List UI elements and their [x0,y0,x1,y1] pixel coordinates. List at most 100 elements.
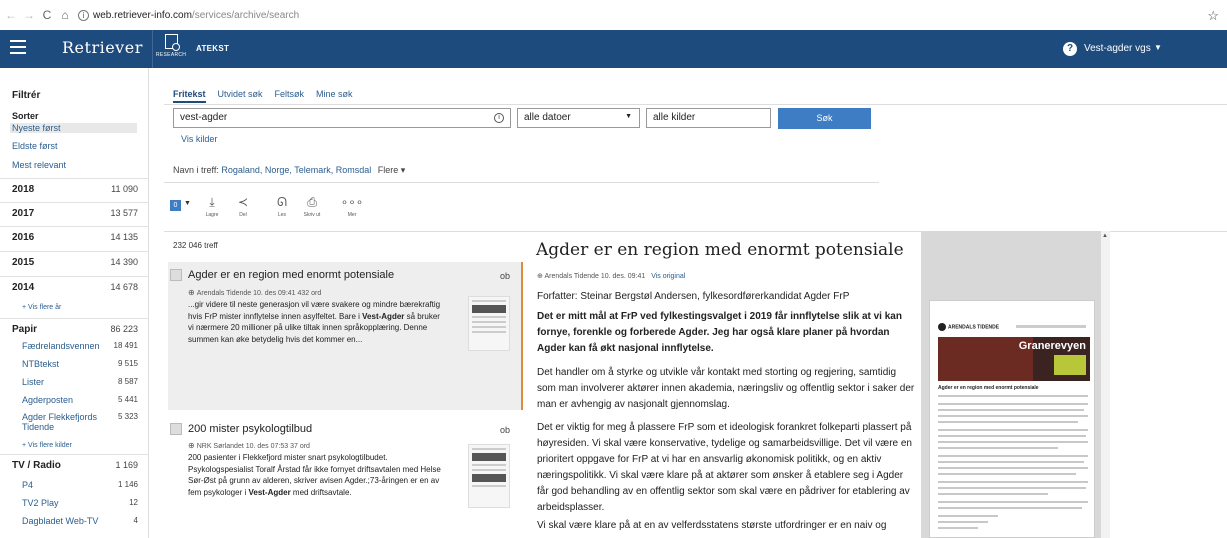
result-thumbnail [468,444,510,508]
menu-icon[interactable] [10,40,26,54]
preview-banner: Granerevyen [938,337,1090,381]
result-checkbox[interactable] [170,269,182,281]
site-info-icon[interactable]: i [78,9,89,21]
print-button[interactable]: ⎙ Skriv ut [297,195,327,218]
tab-feltsok[interactable]: Feltsøk [275,89,305,103]
facet-label: Agder Flekkefjords Tidende [22,412,98,432]
article-paragraph: Det er viktig for meg å plassere FrP som… [537,422,912,513]
address-bar[interactable]: i web.retriever-info.com/services/archiv… [78,9,299,21]
filter-title: Filtrér [12,90,41,101]
article-paragraph: Det handler om å styrke og utvikle vår k… [537,367,915,410]
search-tabs: Fritekst Utvidet søk Feltsøk Mine søk [173,89,365,103]
home-icon[interactable]: ⌂ [58,8,72,22]
search-button[interactable]: Søk [778,108,871,129]
result-checkbox[interactable] [170,423,182,435]
result-badge: ob [500,425,511,435]
info-icon[interactable]: i [494,113,504,123]
back-icon[interactable]: ← [4,8,18,22]
divider [164,104,1227,105]
tab-mine-sok[interactable]: Mine søk [316,89,353,103]
read-button[interactable]: ᘏ Les [267,195,297,218]
sources-value: alle kilder [653,112,696,123]
page-preview[interactable]: ARENDALS TIDENDE Granerevyen Agder er en… [929,300,1095,538]
forward-icon[interactable]: → [22,8,36,22]
article-source: Arendals Tidende 10. des. 09:41 [544,273,646,280]
sort-oldest[interactable]: Eldste først [12,141,58,151]
facet-label: TV / Radio [12,460,61,471]
facet-year-2018[interactable]: 2018 11 090 [0,178,149,199]
brand-logo[interactable]: Retriever [62,38,143,57]
result-meta: ⊕ Arendals Tidende 10. des 09:41 432 ord [188,288,321,297]
research-button[interactable]: RESEARCH [156,34,186,58]
divider [164,182,879,183]
select-count-checkbox[interactable]: 0 [170,200,181,211]
header-divider [152,30,153,68]
save-button[interactable]: ⤓ Lagre [197,195,227,218]
chevron-down-icon: ▼ [625,113,632,120]
share-button[interactable]: ≺ Del [228,195,258,218]
chevron-down-icon[interactable]: ▼ [1154,43,1162,52]
glasses-icon: ᘏ [277,195,287,209]
facet-count: 13 577 [110,208,138,218]
result-title[interactable]: Agder er en region med enormt potensiale [188,269,394,281]
facet-tv-radio[interactable]: TV / Radio 1 169 [0,454,149,475]
facet-count: 18 491 [113,341,138,350]
result-badge: ob [500,271,511,281]
help-icon[interactable]: ? [1063,42,1077,56]
globe-icon: ⊕ [188,288,195,297]
result-title[interactable]: 200 mister psykologtilbud [188,423,312,435]
read-label: Les [277,212,287,218]
more-label: Mer [347,212,357,218]
sort-newest[interactable]: Nyeste først [10,123,137,133]
facet-year-2014[interactable]: 2014 14 678 [0,276,149,297]
chevron-down-icon[interactable]: ▼ [184,200,191,207]
bookmark-star-icon[interactable]: ☆ [1207,8,1219,24]
facet-label: 2018 [12,184,35,195]
sort-relevant[interactable]: Mest relevant [12,160,66,170]
facet-label: TV2 Play [22,498,59,508]
facet-count: 4 [133,516,138,525]
facet-paper[interactable]: Papir 86 223 [0,318,149,339]
facet-label: 2016 [12,232,35,243]
show-more-sources-link[interactable]: + Vis flere kilder [22,442,72,449]
names-links[interactable]: Rogaland, Norge, Telemark, Romsdal [221,165,371,175]
download-icon: ⤓ [209,195,215,209]
names-in-hits: Navn i treff: Rogaland, Norge, Telemark,… [173,165,405,176]
tab-utvidet-sok[interactable]: Utvidet søk [218,89,263,103]
facet-label: Dagbladet Web-TV [22,516,99,526]
date-range-select[interactable]: alle datoer ▼ [517,108,640,128]
facet-year-2015[interactable]: 2015 14 390 [0,251,149,272]
product-label[interactable]: ATEKST [196,44,229,53]
save-label: Lagre [205,212,219,218]
share-icon: ≺ [237,195,249,209]
more-names-dropdown[interactable]: Flere ▾ [378,165,406,175]
date-range-value: alle datoer [524,112,571,123]
facet-count: 5 323 [117,412,138,421]
show-sources-link[interactable]: Vis kilder [181,134,217,144]
reload-icon[interactable]: C [40,8,54,22]
result-card[interactable]: 200 mister psykologtilbud ob ⊕ NRK Sørlan… [168,416,523,538]
tab-fritekst[interactable]: Fritekst [173,89,206,103]
facet-count: 14 678 [110,282,138,292]
sources-input[interactable]: alle kilder [646,108,771,128]
preview-scrollbar[interactable]: ▲ [1101,231,1110,538]
preview-headline: Agder er en region med enormt potensiale [938,385,1039,391]
facet-count: 8 587 [117,377,138,386]
scroll-up-icon[interactable]: ▲ [1102,233,1108,239]
article-author: Forfatter: Steinar Bergstøl Andersen, fy… [537,291,850,302]
result-card[interactable]: Agder er en region med enormt potensiale… [168,262,523,410]
hit-count: 232 046 treff [173,241,218,250]
result-snippet: 200 pasienter i Flekkefjord mister snart… [188,452,444,498]
research-icon [164,34,180,51]
result-snippet: ...gir videre til neste generasjon vil v… [188,299,444,345]
snippet-text: med driftsavtale. [290,487,352,497]
more-button[interactable]: ∘∘∘ Mer [337,195,367,218]
show-more-years-link[interactable]: + Vis flere år [22,304,61,311]
facet-year-2017[interactable]: 2017 13 577 [0,202,149,223]
search-input[interactable]: vest-agder i [173,108,511,128]
result-meta-text: Arendals Tidende 10. des 09:41 432 ord [196,290,322,297]
view-original-link[interactable]: Vis original [651,273,685,280]
facet-year-2016[interactable]: 2016 14 135 [0,226,149,247]
facet-count: 11 090 [111,184,138,194]
user-menu[interactable]: Vest-agder vgs [1084,43,1151,54]
